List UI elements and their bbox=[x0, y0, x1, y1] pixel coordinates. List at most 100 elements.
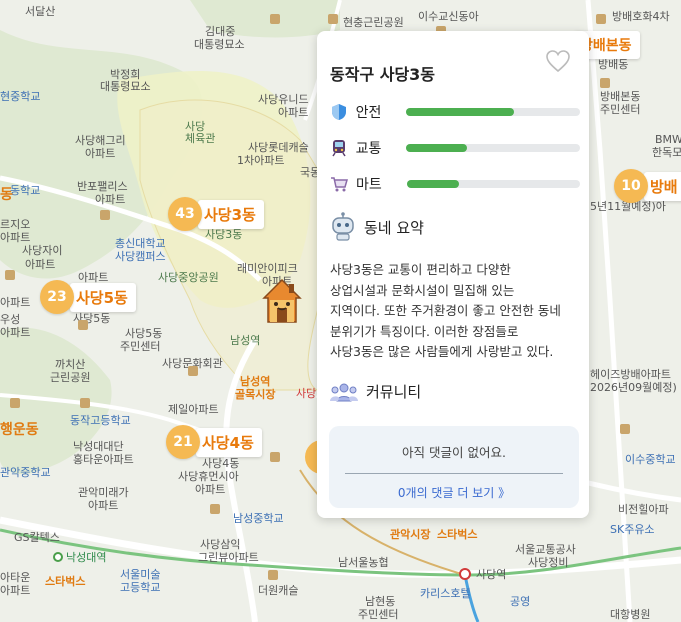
map-label: 관악미래가 bbox=[78, 486, 129, 499]
poi-icon bbox=[10, 398, 20, 408]
map-label: SK주유소 bbox=[610, 523, 655, 536]
map-label: 아파트 bbox=[95, 193, 126, 206]
map-label: 주민센터 bbox=[600, 103, 641, 116]
metric-mart: 마트 bbox=[330, 174, 580, 194]
map-label: 아파트 bbox=[85, 147, 116, 160]
poi-icon bbox=[78, 320, 88, 330]
map-label: 아파트 bbox=[0, 326, 31, 339]
map-label: 현중학교 bbox=[0, 90, 41, 103]
summary-line: 상업시설과 문화시설이 밀집해 있는 bbox=[330, 282, 515, 298]
map-label: 남서울농협 bbox=[338, 556, 389, 569]
map-label: 아파트 bbox=[25, 258, 56, 271]
map-label: 남성역 bbox=[240, 375, 271, 388]
map-label: 방배본동 bbox=[600, 90, 641, 103]
map-label: 낙성대역 bbox=[66, 551, 107, 564]
community-icon bbox=[330, 383, 358, 401]
metric-fill bbox=[406, 144, 468, 152]
community-title: 커뮤니티 bbox=[366, 383, 422, 401]
cluster-name: 사당5동 bbox=[70, 282, 136, 312]
metric-fill bbox=[406, 108, 514, 116]
map-label: 사당해그리 bbox=[75, 134, 126, 147]
map-label: 서울교통공사 bbox=[515, 543, 576, 556]
map-label: 사당4동 bbox=[202, 457, 240, 470]
map-label: GS칼텍스 bbox=[14, 531, 60, 544]
poi-icon bbox=[210, 504, 220, 514]
cluster-sadang4[interactable]: 21 사당4동 bbox=[166, 425, 262, 459]
divider bbox=[345, 473, 563, 474]
map-label: 주민센터 bbox=[358, 608, 399, 621]
poi-icon bbox=[188, 366, 198, 376]
map-label: 사당삼익 bbox=[200, 538, 241, 551]
map-label: 남현동 bbox=[365, 595, 396, 608]
summary-text: 사당3동은 교통이 편리하고 다양한 상업시설과 문화시설이 밀집해 있는 지역… bbox=[330, 260, 580, 363]
metric-bar bbox=[406, 180, 580, 188]
map-label: 아타운 bbox=[0, 571, 31, 584]
no-comments-text: 아직 댓글이 없어요. bbox=[402, 445, 506, 460]
map-label: 사당3동 bbox=[205, 228, 243, 241]
cluster-sadang3[interactable]: 43 사당3동 bbox=[168, 197, 264, 231]
poi-icon bbox=[268, 570, 278, 580]
poi-icon bbox=[100, 210, 110, 220]
map-label: 대항병원 bbox=[610, 608, 651, 621]
map-label: 사당정비 bbox=[528, 556, 569, 569]
map-label: 제일아파트 bbox=[168, 403, 219, 416]
map-label: 이수교신동아 bbox=[418, 10, 479, 23]
cluster-count: 23 bbox=[40, 280, 74, 314]
map-label: 헤이즈방배아파트 bbox=[590, 368, 671, 381]
map-label: 주민센터 bbox=[120, 340, 161, 353]
map-label: 르지오 bbox=[0, 218, 31, 231]
house-marker-icon[interactable] bbox=[262, 278, 302, 324]
poi-icon bbox=[80, 398, 90, 408]
map-label: 대통령묘소 bbox=[194, 38, 245, 51]
map-label: 관악중학교 bbox=[0, 466, 51, 479]
cluster-name: 방배 bbox=[644, 171, 681, 201]
map-label: 남성중학교 bbox=[233, 512, 284, 525]
map-label: BMW bbox=[655, 133, 681, 146]
map-label: 현충근린공원 bbox=[343, 16, 404, 29]
poi-icon bbox=[5, 270, 15, 280]
summary-line: 사당3동은 교통이 편리하고 다양한 bbox=[330, 262, 511, 277]
cluster-name: 사당3동 bbox=[198, 199, 264, 229]
poi-icon bbox=[620, 424, 630, 434]
poi-icon bbox=[270, 452, 280, 462]
summary-title: 동네 요약 bbox=[364, 218, 424, 237]
map-label: 서달산 bbox=[25, 5, 56, 18]
map-label: 김대중 bbox=[205, 25, 236, 38]
map-label: 행운동 bbox=[0, 422, 39, 438]
map-label: 1차아파트 bbox=[237, 154, 285, 167]
map-label: 홍타운아파트 bbox=[73, 453, 134, 466]
poi-icon bbox=[600, 78, 610, 88]
map-label: 관악시장 bbox=[390, 528, 431, 541]
cluster-bangbae[interactable]: 10 방배 bbox=[614, 169, 681, 203]
map-label: 동작고등학교 bbox=[70, 414, 131, 427]
map-label: 고등학교 bbox=[120, 581, 161, 594]
summary-line: 지역이다. 또한 주거환경이 좋고 안전한 동네 bbox=[330, 303, 561, 318]
poi-icon bbox=[328, 14, 338, 24]
map-label: 동 bbox=[0, 187, 13, 203]
cluster-count: 43 bbox=[168, 197, 202, 231]
metric-label: 교통 bbox=[355, 141, 382, 157]
comments-box: 아직 댓글이 없어요. 0개의 댓글 더 보기 》 bbox=[329, 426, 579, 508]
map-label: 스타벅스 bbox=[437, 528, 478, 541]
heart-icon[interactable] bbox=[545, 49, 571, 73]
metric-fill bbox=[406, 180, 459, 188]
map-label: 사당유니드 bbox=[258, 93, 309, 106]
metric-safety: 안전 bbox=[330, 102, 580, 122]
map-label: 대통령묘소 bbox=[100, 80, 151, 93]
map-label: 공영 bbox=[510, 595, 531, 608]
poi-icon bbox=[596, 14, 606, 24]
summary-line: 사당3동은 많은 사람들에게 사랑받고 있다. bbox=[330, 344, 554, 359]
more-comments-link[interactable]: 0개의 댓글 더 보기 》 bbox=[329, 484, 579, 501]
map-label: 한독모터 bbox=[652, 146, 681, 159]
map-label: 카리스호텔 bbox=[420, 587, 471, 600]
cluster-sadang5[interactable]: 23 사당5동 bbox=[40, 280, 136, 314]
map-label: 사당캠퍼스 bbox=[115, 250, 166, 263]
train-icon bbox=[330, 139, 348, 157]
panel-title: 동작구 사당3동 bbox=[330, 65, 436, 84]
map-label: 아파트 bbox=[0, 296, 31, 309]
map-label: 더원캐슬 bbox=[258, 584, 299, 597]
map-label: 아파트 bbox=[0, 231, 31, 244]
metric-bar bbox=[406, 108, 580, 116]
map-label: 아파트 bbox=[88, 499, 119, 512]
shield-icon bbox=[330, 103, 348, 121]
